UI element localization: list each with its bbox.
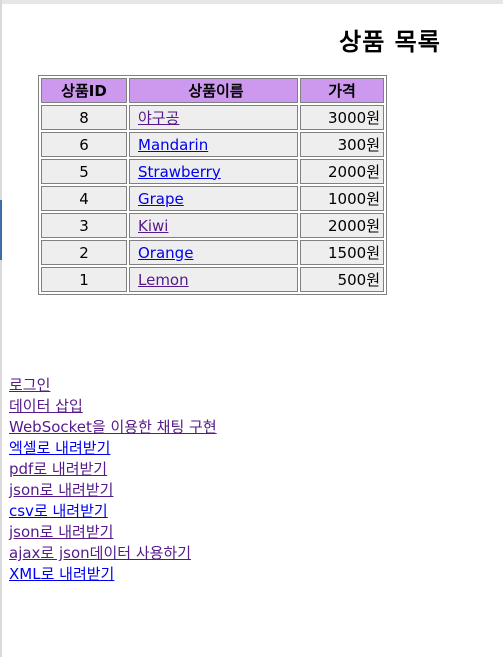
cell-price: 1000원	[300, 186, 384, 211]
websocket-chat-link[interactable]: WebSocket을 이용한 채팅 구현	[9, 417, 217, 438]
cell-product-name: Mandarin	[129, 132, 298, 157]
cell-product-id: 3	[41, 213, 127, 238]
product-table: 상품ID 상품이름 가격 8 야구공 3000원 6 Mandarin 300원…	[38, 75, 387, 295]
table-row: 2 Orange 1500원	[41, 240, 384, 265]
header-price: 가격	[300, 78, 384, 103]
table-header-row: 상품ID 상품이름 가격	[41, 78, 384, 103]
download-pdf-link[interactable]: pdf로 내려받기	[9, 459, 107, 480]
cell-product-name: Lemon	[129, 267, 298, 292]
cell-price: 3000원	[300, 105, 384, 130]
cell-product-id: 2	[41, 240, 127, 265]
download-json-link-2[interactable]: json로 내려받기	[9, 522, 113, 543]
header-product-id: 상품ID	[41, 78, 127, 103]
cell-product-name: Grape	[129, 186, 298, 211]
cell-product-id: 5	[41, 159, 127, 184]
download-json-link[interactable]: json로 내려받기	[9, 480, 113, 501]
cell-product-id: 6	[41, 132, 127, 157]
cell-product-id: 4	[41, 186, 127, 211]
ajax-json-link[interactable]: ajax로 json데이터 사용하기	[9, 543, 191, 564]
cell-price: 300원	[300, 132, 384, 157]
product-link[interactable]: Orange	[138, 244, 193, 262]
table-row: 4 Grape 1000원	[41, 186, 384, 211]
product-link[interactable]: Strawberry	[138, 163, 221, 181]
window-left-border	[0, 0, 2, 657]
table-row: 6 Mandarin 300원	[41, 132, 384, 157]
product-link[interactable]: Grape	[138, 190, 184, 208]
window-left-accent	[0, 200, 2, 260]
download-excel-link[interactable]: 엑셀로 내려받기	[9, 438, 110, 459]
cell-product-name: Strawberry	[129, 159, 298, 184]
cell-product-id: 1	[41, 267, 127, 292]
cell-price: 2000원	[300, 213, 384, 238]
product-link[interactable]: Lemon	[138, 271, 189, 289]
product-link[interactable]: Mandarin	[138, 136, 208, 154]
download-csv-link[interactable]: csv로 내려받기	[9, 501, 108, 522]
cell-product-name: 야구공	[129, 105, 298, 130]
cell-price: 2000원	[300, 159, 384, 184]
product-link[interactable]: Kiwi	[138, 217, 168, 235]
page-title: 상품 목록	[339, 28, 441, 56]
menu-links: 로그인 데이터 삽입 WebSocket을 이용한 채팅 구현 엑셀로 내려받기…	[9, 375, 217, 585]
window-top-border	[0, 0, 503, 4]
table-row: 5 Strawberry 2000원	[41, 159, 384, 184]
cell-price: 1500원	[300, 240, 384, 265]
download-xml-link[interactable]: XML로 내려받기	[9, 564, 114, 585]
cell-product-name: Kiwi	[129, 213, 298, 238]
cell-product-id: 8	[41, 105, 127, 130]
cell-price: 500원	[300, 267, 384, 292]
product-link[interactable]: 야구공	[138, 109, 179, 127]
table-row: 8 야구공 3000원	[41, 105, 384, 130]
login-link[interactable]: 로그인	[9, 375, 50, 396]
header-product-name: 상품이름	[129, 78, 298, 103]
table-row: 3 Kiwi 2000원	[41, 213, 384, 238]
table-row: 1 Lemon 500원	[41, 267, 384, 292]
cell-product-name: Orange	[129, 240, 298, 265]
insert-data-link[interactable]: 데이터 삽입	[9, 396, 83, 417]
